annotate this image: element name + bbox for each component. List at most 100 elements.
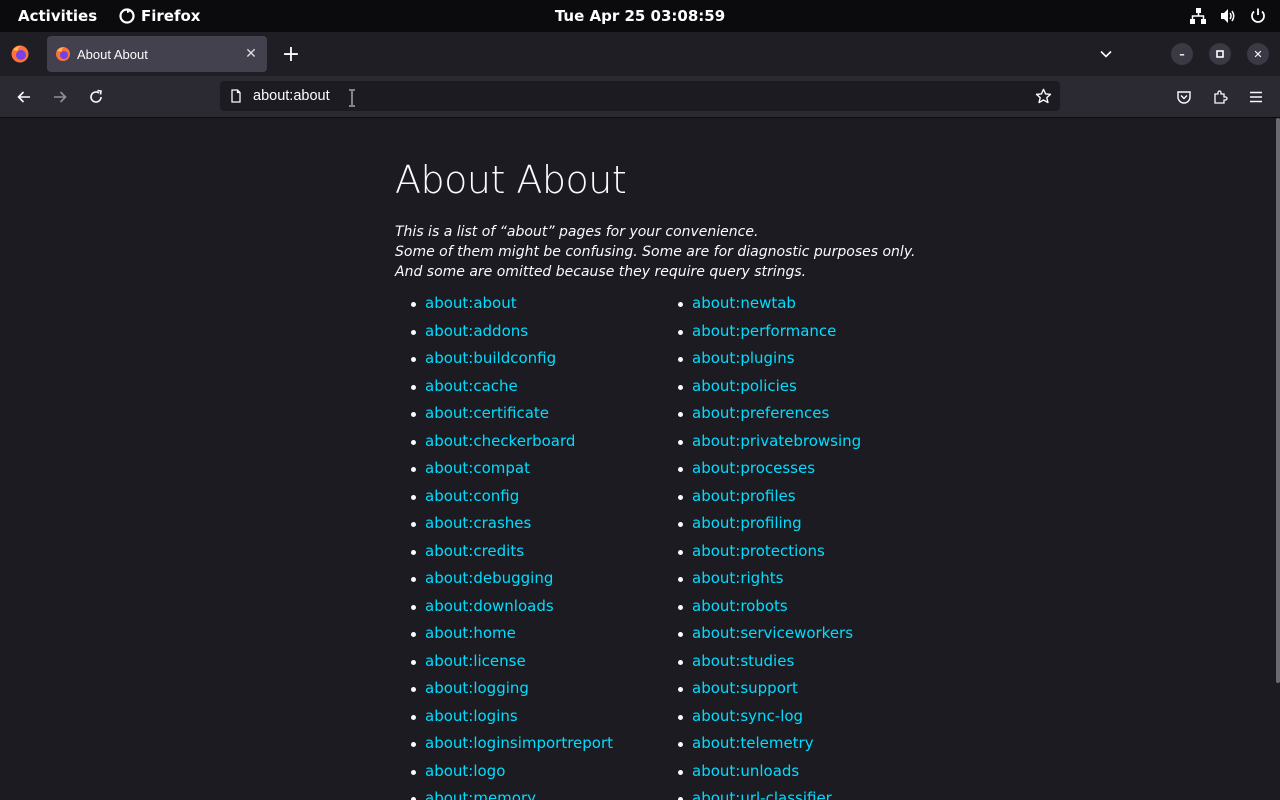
system-tray[interactable] — [1188, 6, 1268, 26]
list-item: about:crashes — [395, 514, 613, 542]
network-icon[interactable] — [1188, 6, 1208, 26]
about-page-link[interactable]: about:logging — [425, 679, 529, 697]
about-page-link[interactable]: about:robots — [692, 597, 788, 615]
list-item: about:logging — [395, 679, 613, 707]
list-item: about:downloads — [395, 597, 613, 625]
new-tab-button[interactable]: + — [279, 42, 303, 67]
intro-line: Some of them might be confusing. Some ar… — [395, 244, 916, 260]
url-input[interactable] — [253, 88, 1013, 104]
list-item: about:home — [395, 624, 613, 652]
list-item: about:credits — [395, 542, 613, 570]
about-page-link[interactable]: about:rights — [692, 569, 783, 587]
about-page-link[interactable]: about:logins — [425, 707, 518, 725]
list-item: about:license — [395, 652, 613, 680]
intro-line: This is a list of “about” pages for your… — [395, 224, 759, 240]
about-page-link[interactable]: about:debugging — [425, 569, 553, 587]
reload-button[interactable] — [83, 84, 109, 110]
about-page-link[interactable]: about:policies — [692, 377, 797, 395]
about-page-link[interactable]: about:sync-log — [692, 707, 803, 725]
about-page-link[interactable]: about:performance — [692, 322, 836, 340]
list-item: about:checkerboard — [395, 432, 613, 460]
about-page-link[interactable]: about:plugins — [692, 349, 795, 367]
page-title: About About — [395, 158, 627, 202]
list-all-tabs-chevron-icon[interactable] — [1094, 42, 1118, 66]
about-page-link[interactable]: about:studies — [692, 652, 794, 670]
list-item: about:telemetry — [662, 734, 861, 762]
close-tab-icon[interactable]: ✕ — [239, 42, 263, 66]
about-page-link[interactable]: about:addons — [425, 322, 528, 340]
bookmark-star-icon[interactable] — [1032, 85, 1054, 107]
about-page-link[interactable]: about:serviceworkers — [692, 624, 853, 642]
about-page-link[interactable]: about:credits — [425, 542, 524, 560]
list-item: about:about — [395, 294, 613, 322]
intro-text: This is a list of “about” pages for your… — [395, 222, 915, 282]
about-page-link[interactable]: about:about — [425, 294, 517, 312]
about-page-link[interactable]: about:crashes — [425, 514, 531, 532]
about-page-link[interactable]: about:processes — [692, 459, 815, 477]
about-page-link[interactable]: about:preferences — [692, 404, 829, 422]
list-item: about:profiles — [662, 487, 861, 515]
app-name: Firefox — [141, 7, 201, 25]
minimize-button[interactable]: – — [1171, 43, 1193, 65]
forward-button[interactable] — [47, 84, 73, 110]
list-item: about:debugging — [395, 569, 613, 597]
tab-strip: About About ✕ + – ✕ — [0, 32, 1280, 76]
system-top-bar: Activities Firefox Tue Apr 25 03:08:59 — [0, 0, 1280, 32]
firefox-favicon-icon — [56, 47, 70, 61]
volume-icon[interactable] — [1218, 6, 1238, 26]
clock[interactable]: Tue Apr 25 03:08:59 — [555, 7, 725, 25]
list-item: about:certificate — [395, 404, 613, 432]
list-item: about:privatebrowsing — [662, 432, 861, 460]
about-page-link[interactable]: about:telemetry — [692, 734, 814, 752]
list-item: about:sync-log — [662, 707, 861, 735]
about-page-link[interactable]: about:privatebrowsing — [692, 432, 861, 450]
page-icon — [228, 88, 244, 104]
extensions-icon[interactable] — [1207, 84, 1233, 110]
firefox-view-icon[interactable] — [10, 44, 30, 64]
about-page-link[interactable]: about:loginsimportreport — [425, 734, 613, 752]
list-item: about:support — [662, 679, 861, 707]
list-item: about:robots — [662, 597, 861, 625]
list-item: about:logins — [395, 707, 613, 735]
about-page-link[interactable]: about:compat — [425, 459, 530, 477]
list-item: about:studies — [662, 652, 861, 680]
about-page-link[interactable]: about:support — [692, 679, 798, 697]
about-page-link[interactable]: about:protections — [692, 542, 825, 560]
list-item: about:logo — [395, 762, 613, 790]
app-menu-hamburger-icon[interactable] — [1243, 84, 1269, 110]
pocket-icon[interactable] — [1171, 84, 1197, 110]
list-item: about:protections — [662, 542, 861, 570]
url-bar[interactable] — [220, 81, 1060, 111]
about-page-link[interactable]: about:license — [425, 652, 526, 670]
app-menu[interactable]: Firefox — [119, 7, 200, 25]
about-page-link[interactable]: about:newtab — [692, 294, 796, 312]
list-item: about:memory — [395, 789, 613, 800]
about-page-link[interactable]: about:url-classifier — [692, 789, 832, 800]
list-item: about:processes — [662, 459, 861, 487]
about-page-link[interactable]: about:buildconfig — [425, 349, 556, 367]
about-page-link[interactable]: about:home — [425, 624, 516, 642]
list-item: about:url-classifier — [662, 789, 861, 800]
about-page-link[interactable]: about:certificate — [425, 404, 549, 422]
activities-button[interactable]: Activities — [18, 7, 97, 25]
about-page-link[interactable]: about:checkerboard — [425, 432, 575, 450]
tab-about-about[interactable]: About About ✕ — [47, 36, 267, 72]
navigation-toolbar — [0, 76, 1280, 118]
scrollbar-thumb[interactable] — [1276, 118, 1280, 683]
close-window-button[interactable]: ✕ — [1247, 43, 1269, 65]
about-page-link[interactable]: about:downloads — [425, 597, 554, 615]
firefox-app-icon — [119, 8, 135, 24]
about-page-link[interactable]: about:unloads — [692, 762, 799, 780]
power-icon[interactable] — [1248, 6, 1268, 26]
about-page-link[interactable]: about:memory — [425, 789, 536, 800]
list-item: about:plugins — [662, 349, 861, 377]
about-page-link[interactable]: about:profiles — [692, 487, 796, 505]
tab-title: About About — [77, 46, 148, 62]
back-button[interactable] — [11, 84, 37, 110]
about-page-link[interactable]: about:cache — [425, 377, 518, 395]
about-page-link[interactable]: about:profiling — [692, 514, 802, 532]
about-page-link[interactable]: about:config — [425, 487, 519, 505]
list-item: about:performance — [662, 322, 861, 350]
maximize-button[interactable] — [1209, 43, 1231, 65]
about-page-link[interactable]: about:logo — [425, 762, 505, 780]
